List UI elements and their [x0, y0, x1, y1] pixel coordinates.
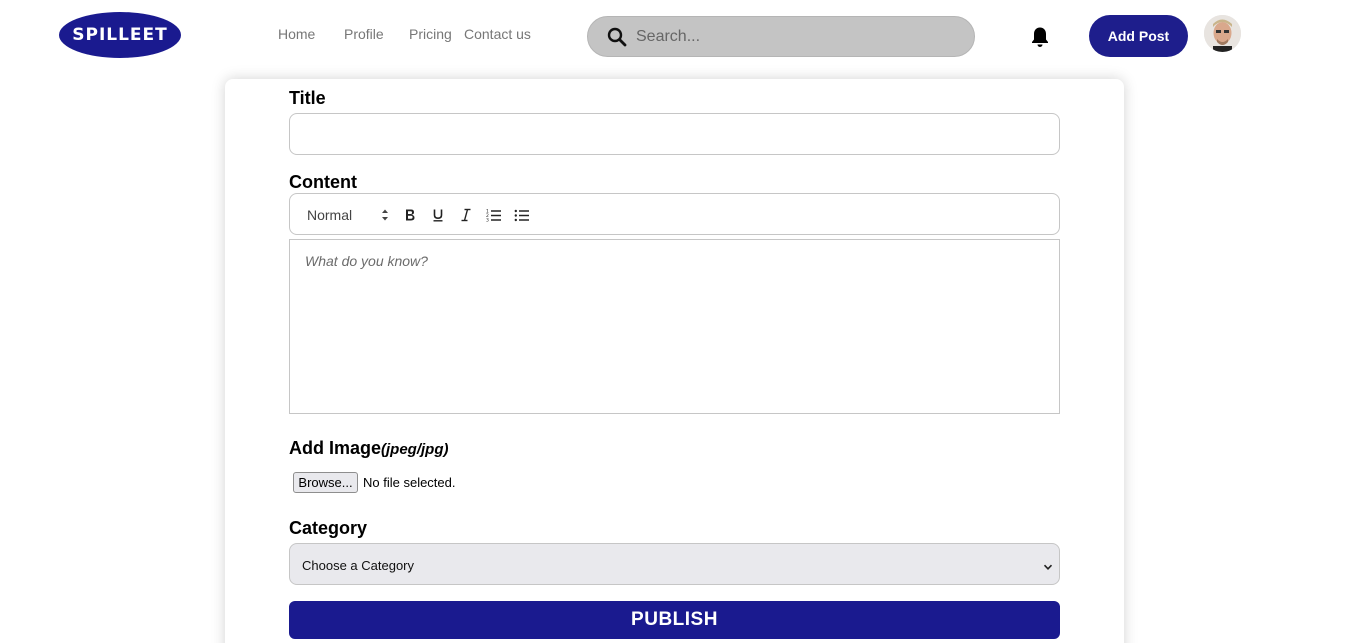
search-bar[interactable] — [587, 16, 975, 57]
new-post-form: Title Content Normal 123 What do you kno… — [225, 79, 1124, 643]
category-label: Category — [289, 518, 368, 538]
chevron-down-icon — [1043, 559, 1053, 570]
search-icon[interactable] — [607, 27, 627, 47]
add-image-label: Add Image(jpeg/jpg) — [289, 438, 449, 459]
add-image-label-text: Add Image — [289, 438, 382, 458]
ordered-list-icon[interactable]: 123 — [485, 206, 503, 224]
logo-text: SPILLEET — [72, 25, 168, 45]
editor-placeholder: What do you know? — [305, 253, 428, 269]
file-status-text: No file selected. — [363, 475, 456, 490]
italic-icon[interactable] — [457, 206, 475, 224]
nav-profile-link[interactable]: Profile — [344, 26, 384, 42]
search-input[interactable] — [636, 17, 956, 56]
user-avatar[interactable] — [1204, 15, 1241, 52]
nav-home-link[interactable]: Home — [278, 26, 315, 42]
content-label: Content — [289, 172, 357, 192]
image-format-hint: (jpeg/jpg) — [381, 441, 449, 458]
bullet-list-icon[interactable] — [513, 206, 531, 224]
editor-toolbar: Normal 123 — [289, 193, 1060, 235]
bell-icon[interactable] — [1030, 26, 1050, 48]
format-select-arrows-icon[interactable] — [381, 208, 389, 222]
title-input[interactable] — [289, 113, 1060, 155]
spilleet-logo[interactable]: SPILLEET — [59, 12, 181, 58]
svg-text:3: 3 — [486, 218, 489, 223]
publish-button[interactable]: PUBLISH — [289, 601, 1060, 639]
browse-file-button[interactable]: Browse... — [293, 472, 358, 493]
bold-icon[interactable] — [401, 206, 419, 224]
nav-contact-link[interactable]: Contact us — [464, 26, 531, 42]
add-post-button[interactable]: Add Post — [1089, 15, 1188, 57]
nav-pricing-link[interactable]: Pricing — [409, 26, 452, 42]
format-select[interactable]: Normal — [307, 207, 352, 223]
content-editor[interactable]: What do you know? — [289, 239, 1060, 414]
top-navbar: SPILLEET Home Profile Pricing Contact us… — [0, 0, 1349, 72]
category-select-value: Choose a Category — [302, 558, 415, 573]
category-select[interactable]: Choose a Category — [289, 543, 1060, 585]
underline-icon[interactable] — [429, 206, 447, 224]
title-label: Title — [289, 88, 326, 108]
